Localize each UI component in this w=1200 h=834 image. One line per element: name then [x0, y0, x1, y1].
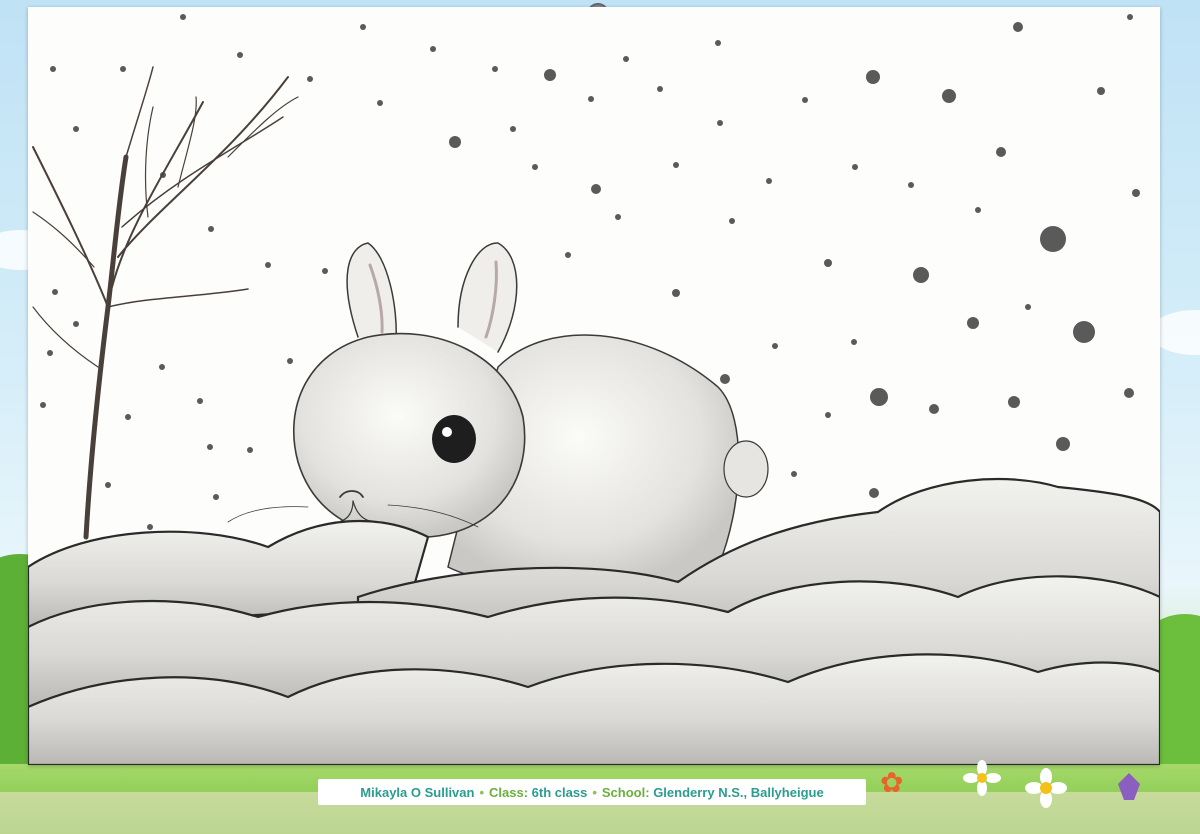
caption-separator: • [592, 784, 597, 800]
daisy-icon [963, 760, 1001, 796]
school-value: Glenderry N.S., Ballyheigue [653, 784, 824, 800]
butterfly-icon: ✿ [880, 767, 904, 798]
class-value: 6th class [531, 784, 588, 800]
school-label: School: [601, 784, 650, 800]
class-label: Class: [489, 784, 529, 800]
bare-tree-drawing [32, 66, 299, 540]
purple-flower-icon [1118, 773, 1140, 800]
artwork-drawing [28, 14, 1160, 765]
caption-separator: • [479, 784, 485, 800]
daisy-icon [1025, 768, 1067, 808]
artist-name: Mikayla O Sullivan [360, 784, 475, 800]
artwork-paper [28, 7, 1160, 765]
artist-caption: Mikayla O Sullivan • Class: 6th class • … [318, 779, 866, 805]
